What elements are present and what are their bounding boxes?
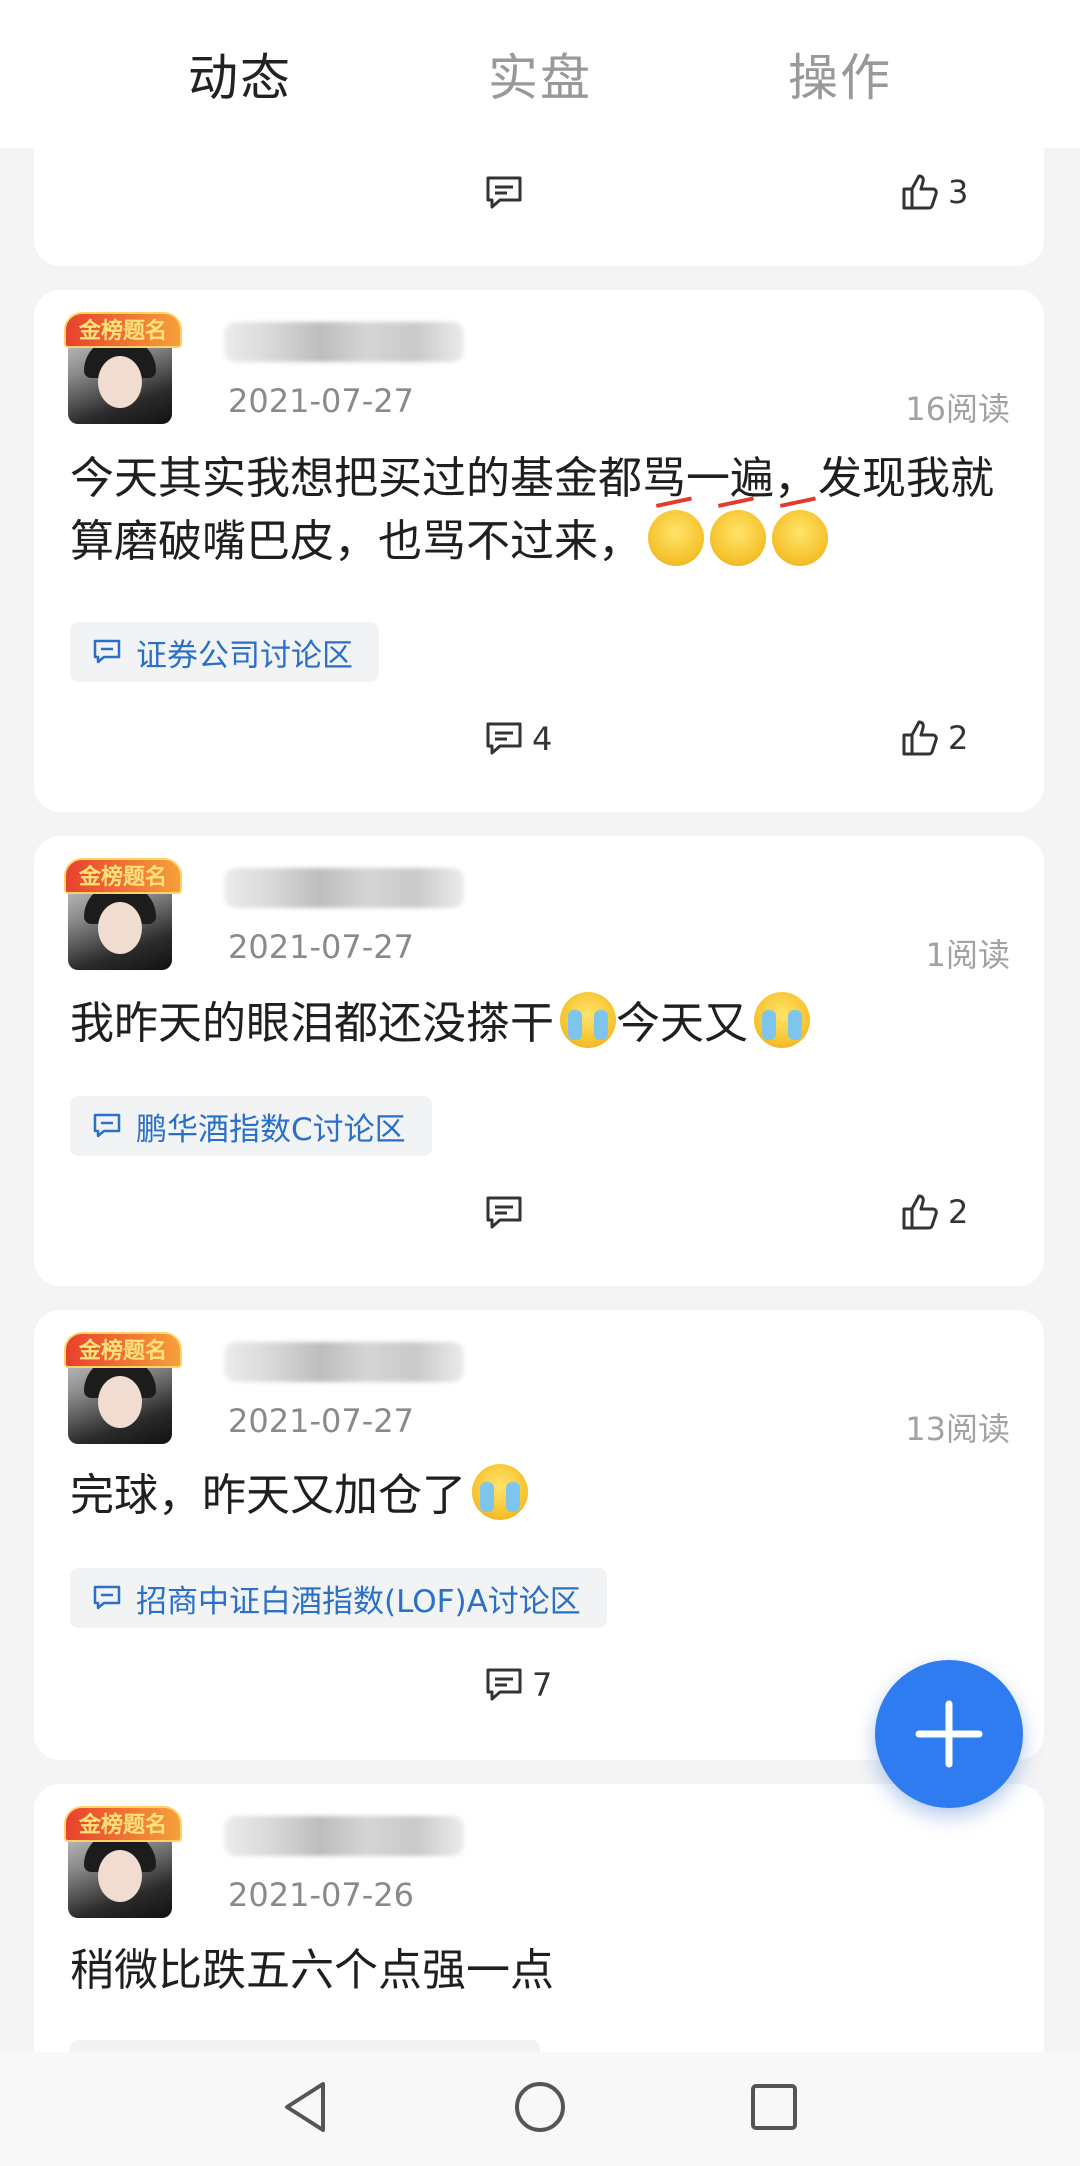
read-count: 16阅读 — [905, 390, 1010, 428]
avatar-badge: 金榜题名 — [64, 858, 182, 894]
post-card[interactable]: 金榜题名 2021-07-26 稍微比跌五六个点强一点 — [34, 1784, 1044, 2084]
like-count: 2 — [948, 1193, 969, 1231]
square-recent-icon — [751, 2084, 797, 2130]
avatar[interactable]: 金榜题名 — [64, 858, 182, 970]
nav-recent-button[interactable] — [749, 2082, 799, 2136]
comment-count: 7 — [532, 1666, 553, 1704]
post-text: 完球，昨天又加仓了 — [70, 1470, 466, 1521]
topic-label: 鹏华酒指数C讨论区 — [136, 1111, 406, 1148]
post-content: 完球，昨天又加仓了 — [70, 1464, 1008, 1527]
thumbs-up-icon — [902, 1194, 938, 1230]
read-count: 1阅读 — [925, 936, 1010, 974]
topic-tag[interactable]: 招商中证白酒指数(LOF)A讨论区 — [70, 1568, 607, 1628]
crying-emoji-icon — [754, 992, 810, 1048]
like-button[interactable]: 3 — [900, 172, 968, 212]
post-card[interactable]: 金榜题名 2021-07-27 16阅读 今天其实我想把买过的基金都骂一遍，发现… — [34, 290, 1044, 812]
system-navigation-bar — [0, 2052, 1080, 2166]
crying-emoji-icon — [560, 992, 616, 1048]
chat-bubble-icon — [93, 1113, 121, 1138]
post-text: 今天其实我想把买过的基金都骂一遍，发现我就算磨破嘴巴皮，也骂不过来， — [70, 453, 994, 567]
topic-tag[interactable]: 鹏华酒指数C讨论区 — [70, 1096, 432, 1156]
avatar-badge: 金榜题名 — [64, 1332, 182, 1368]
angry-emoji-icon — [710, 510, 766, 566]
avatar[interactable]: 金榜题名 — [64, 312, 182, 424]
avatar-badge: 金榜题名 — [64, 312, 182, 348]
tab-real-portfolio[interactable]: 实盘 — [488, 38, 592, 110]
like-count: 2 — [948, 719, 969, 757]
top-tab-bar: 动态 实盘 操作 — [0, 0, 1080, 148]
triangle-back-icon — [285, 2082, 325, 2132]
comment-button[interactable] — [484, 174, 532, 212]
plus-icon — [915, 1700, 983, 1768]
thumbs-up-icon — [902, 174, 938, 210]
blurred-username — [224, 868, 464, 908]
post-date: 2021-07-27 — [228, 928, 414, 966]
nav-home-button[interactable] — [513, 2080, 567, 2138]
comment-icon — [486, 1196, 522, 1229]
avatar[interactable]: 金榜题名 — [64, 1332, 182, 1444]
chat-bubble-icon — [93, 639, 121, 664]
like-count: 3 — [948, 173, 969, 211]
avatar-badge: 金榜题名 — [64, 1806, 182, 1842]
post-date: 2021-07-27 — [228, 1402, 414, 1440]
comment-button[interactable] — [484, 1194, 532, 1232]
post-text: 稍微比跌五六个点强一点 — [70, 1945, 554, 1996]
comment-icon — [486, 722, 522, 755]
blurred-username — [224, 1816, 464, 1856]
blurred-username — [224, 1342, 464, 1382]
comment-count: 4 — [532, 720, 553, 758]
comment-button[interactable]: 7 — [484, 1666, 552, 1704]
tab-dynamics[interactable]: 动态 — [188, 38, 292, 110]
topic-tag[interactable]: 证券公司讨论区 — [70, 622, 379, 682]
thumbs-up-icon — [902, 720, 938, 756]
comment-button[interactable]: 4 — [484, 720, 552, 758]
angry-emoji-icon — [648, 510, 704, 566]
read-count: 13阅读 — [905, 1410, 1010, 1448]
post-text-continued: 今天又 — [616, 998, 748, 1049]
compose-fab-button[interactable] — [875, 1660, 1023, 1808]
topic-label: 招商中证白酒指数(LOF)A讨论区 — [136, 1583, 581, 1620]
like-button[interactable]: 2 — [900, 1192, 968, 1232]
topic-label: 证券公司讨论区 — [136, 637, 353, 674]
post-card[interactable]: 金榜题名 2021-07-27 1阅读 我昨天的眼泪都还没搽干 今天又 鹏华酒指数… — [34, 836, 1044, 1286]
post-date: 2021-07-27 — [228, 382, 414, 420]
nav-back-button[interactable] — [281, 2080, 331, 2138]
like-button[interactable]: 2 — [900, 718, 968, 758]
tab-operations[interactable]: 操作 — [788, 38, 892, 110]
avatar[interactable]: 金榜题名 — [64, 1806, 182, 1918]
post-content: 今天其实我想把买过的基金都骂一遍，发现我就算磨破嘴巴皮，也骂不过来， — [70, 448, 1008, 573]
post-text: 我昨天的眼泪都还没搽干 — [70, 998, 554, 1049]
blurred-username — [224, 322, 464, 362]
post-content: 我昨天的眼泪都还没搽干 今天又 — [70, 992, 1008, 1055]
crying-emoji-icon — [472, 1464, 528, 1520]
post-date: 2021-07-26 — [228, 1876, 414, 1914]
comment-icon — [486, 1668, 522, 1701]
post-content: 稍微比跌五六个点强一点 — [70, 1940, 1008, 2002]
chat-bubble-icon — [93, 1585, 121, 1610]
circle-home-icon — [515, 2082, 565, 2132]
comment-icon — [486, 176, 522, 209]
angry-emoji-icon — [772, 510, 828, 566]
